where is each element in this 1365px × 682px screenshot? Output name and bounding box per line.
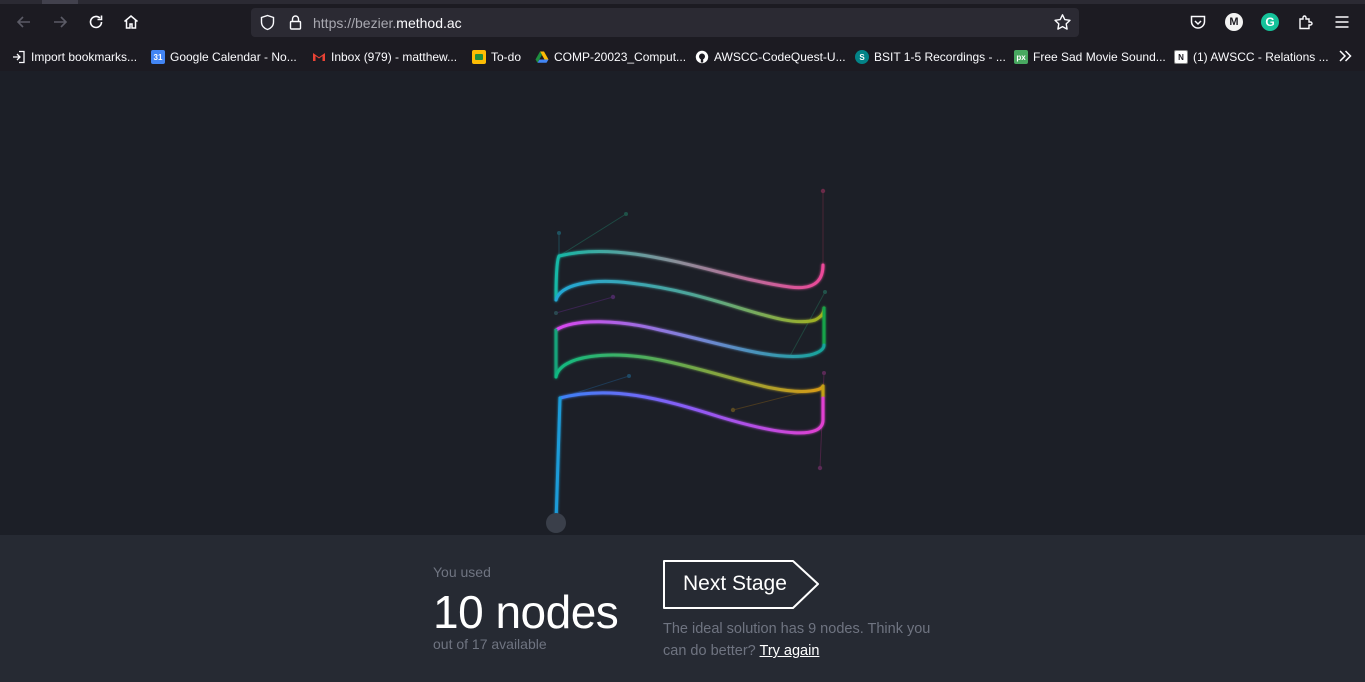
control-point[interactable] [822, 371, 826, 375]
url-domain: method.ac [396, 15, 462, 31]
bookmark-item-0[interactable]: Import bookmarks... [12, 48, 137, 66]
bookmark-item-3[interactable]: To-do [472, 48, 521, 66]
control-handles [555, 191, 826, 469]
pocket-icon [1190, 15, 1206, 29]
bookmark-label: To-do [491, 50, 522, 64]
bookmark-label: BSIT 1-5 Recordings - ... [874, 50, 1006, 64]
shield-icon[interactable] [259, 14, 276, 31]
bookmark-label: (1) AWSCC - Relations ... [1193, 50, 1329, 64]
menu-button[interactable] [1332, 12, 1352, 32]
sharepoint-icon: S [855, 50, 869, 64]
extensions-button[interactable] [1296, 12, 1316, 32]
bookmark-star-icon[interactable] [1053, 13, 1072, 32]
flag-stripes [554, 249, 826, 525]
bookmark-label: Free Sad Movie Sound... [1033, 50, 1166, 64]
pocket-button[interactable] [1188, 12, 1208, 32]
url-text[interactable]: https://bezier.method.ac [313, 15, 462, 31]
arrow-right-icon [54, 16, 68, 28]
results-panel: You used 10 nodes out of 17 available Ne… [0, 535, 1365, 682]
url-prefix: https://bezier. [313, 15, 397, 31]
tab-strip [0, 0, 1365, 4]
ideal-solution-text: The ideal solution has 9 nodes. Think yo… [663, 618, 953, 662]
arrow-left-icon [16, 16, 30, 28]
bezier-canvas[interactable] [0, 71, 1365, 535]
notion-icon: N [1174, 50, 1188, 64]
handle-line [555, 296, 614, 314]
bookmark-item-6[interactable]: S BSIT 1-5 Recordings - ... [855, 48, 1006, 66]
lock-icon[interactable] [287, 14, 304, 31]
bookmark-label: COMP-20023_Comput... [554, 50, 687, 64]
control-point[interactable] [820, 188, 826, 194]
drive-icon [535, 51, 549, 63]
pixabay-icon: px [1014, 50, 1028, 64]
import-icon [13, 50, 25, 64]
control-points[interactable] [554, 188, 827, 471]
github-icon [695, 50, 709, 64]
bookmark-item-7[interactable]: px Free Sad Movie Sound... [1014, 48, 1166, 66]
control-point[interactable] [823, 290, 827, 294]
active-tab-edge[interactable] [42, 0, 78, 4]
control-point[interactable] [554, 311, 558, 315]
browser-chrome: https://bezier.method.ac M G Import book… [0, 0, 1365, 71]
bookmark-item-5[interactable]: AWSCC-CodeQuest-U... [695, 48, 846, 66]
pole-base-node[interactable] [546, 513, 566, 533]
grammarly-icon: G [1261, 13, 1279, 31]
next-stage-label: Next Stage [683, 572, 787, 595]
bookmark-label: Inbox (979) - matthew... [331, 50, 458, 64]
bookmark-item-4[interactable]: COMP-20023_Comput... [535, 48, 686, 66]
account-avatar-icon: M [1225, 13, 1243, 31]
control-point[interactable] [610, 294, 616, 300]
handle-line [789, 291, 826, 357]
bookmark-item-2[interactable]: Inbox (979) - matthew... [312, 48, 457, 66]
puzzle-icon [1299, 15, 1313, 30]
bookmark-item-1[interactable]: 31 Google Calendar - No... [151, 48, 297, 66]
account-button[interactable]: M [1224, 12, 1244, 32]
bookmark-item-8[interactable]: N (1) AWSCC - Relations ... [1174, 48, 1329, 66]
control-point[interactable] [557, 231, 561, 235]
bookmarks-toolbar: Import bookmarks... 31 Google Calendar -… [0, 44, 1365, 70]
nodes-count: 10 nodes [433, 586, 619, 638]
try-again-link[interactable]: Try again [760, 643, 820, 659]
home-icon [124, 15, 138, 29]
grammarly-button[interactable]: G [1260, 12, 1280, 32]
back-button[interactable] [12, 10, 36, 34]
reload-button[interactable] [84, 10, 108, 34]
flag-stripe-5 [558, 391, 825, 435]
bookmark-label: Import bookmarks... [31, 50, 138, 64]
flag-pole [554, 396, 562, 525]
bookmark-label: Google Calendar - No... [170, 50, 297, 64]
you-used-label: You used [433, 564, 491, 580]
calendar-icon: 31 [151, 50, 165, 64]
control-point[interactable] [730, 407, 736, 413]
control-point[interactable] [627, 374, 631, 378]
flag-drawing[interactable] [0, 71, 1365, 535]
next-stage-button[interactable]: Next Stage [662, 559, 822, 611]
home-button[interactable] [119, 10, 143, 34]
forward-button[interactable] [48, 10, 72, 34]
classroom-icon [472, 50, 486, 64]
chevron-double-right-icon[interactable] [1337, 48, 1353, 64]
url-bar[interactable]: https://bezier.method.ac [251, 8, 1079, 37]
control-point[interactable] [624, 212, 628, 216]
flag-stripe-3 [554, 320, 826, 359]
control-point[interactable] [817, 465, 823, 471]
reload-icon [89, 15, 103, 29]
bookmark-label: AWSCC-CodeQuest-U... [714, 50, 846, 64]
available-nodes-label: out of 17 available [433, 636, 547, 652]
handle-line [558, 213, 627, 257]
hamburger-menu-icon [1335, 16, 1349, 28]
gmail-icon [313, 53, 325, 61]
